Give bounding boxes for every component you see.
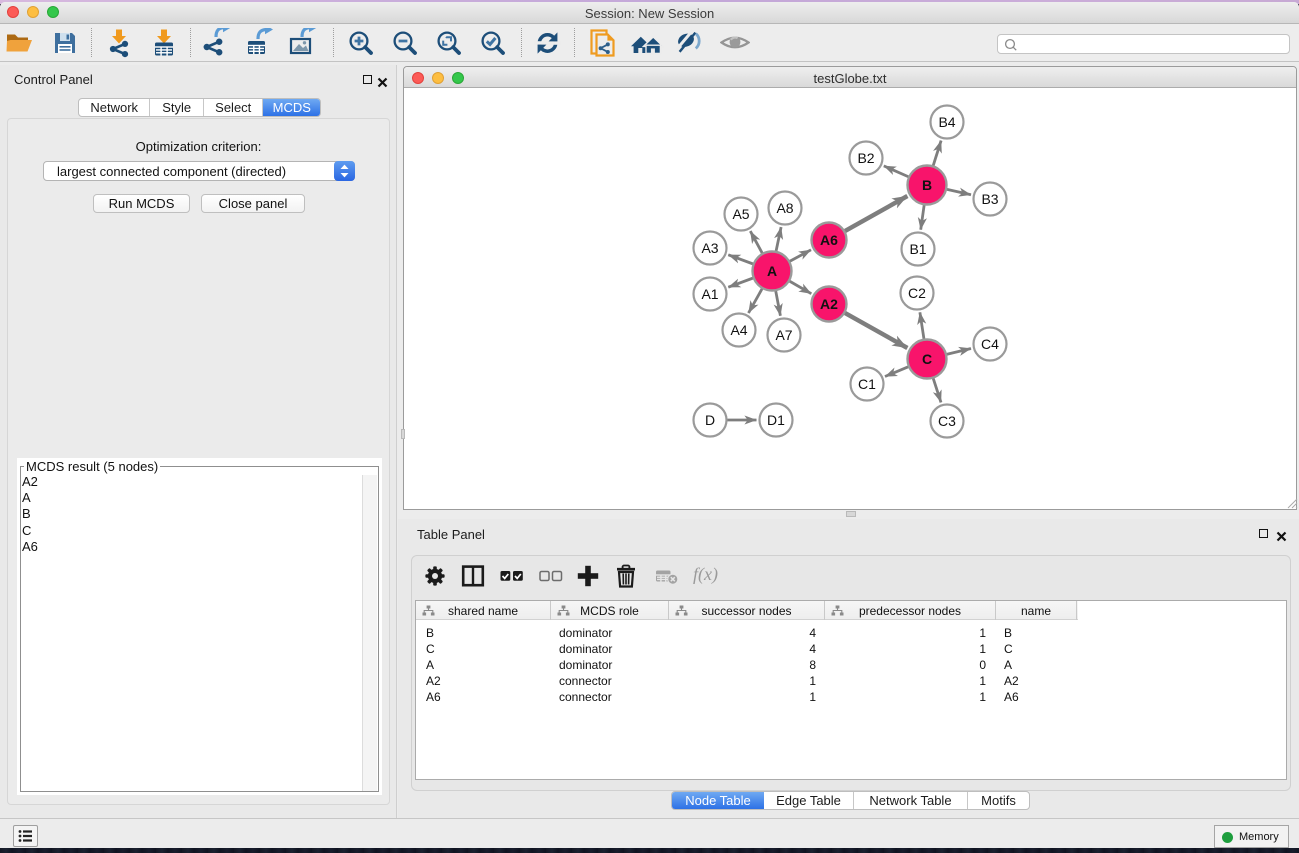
svg-text:D: D xyxy=(705,412,715,428)
svg-text:A5: A5 xyxy=(732,206,749,222)
svg-text:B: B xyxy=(922,177,932,193)
svg-text:C4: C4 xyxy=(981,336,999,352)
svg-text:A2: A2 xyxy=(820,296,838,312)
svg-text:B4: B4 xyxy=(938,114,955,130)
svg-text:A4: A4 xyxy=(730,322,747,338)
svg-text:B1: B1 xyxy=(909,241,926,257)
svg-text:B3: B3 xyxy=(981,191,998,207)
svg-text:C2: C2 xyxy=(908,285,926,301)
svg-text:A: A xyxy=(767,263,777,279)
svg-text:C1: C1 xyxy=(858,376,876,392)
svg-text:A3: A3 xyxy=(701,240,718,256)
svg-text:A6: A6 xyxy=(820,232,838,248)
svg-text:A1: A1 xyxy=(701,286,718,302)
svg-text:D1: D1 xyxy=(767,412,785,428)
svg-text:A7: A7 xyxy=(775,327,792,343)
svg-text:C3: C3 xyxy=(938,413,956,429)
svg-text:B2: B2 xyxy=(857,150,874,166)
svg-text:C: C xyxy=(922,351,932,367)
svg-text:A8: A8 xyxy=(776,200,793,216)
